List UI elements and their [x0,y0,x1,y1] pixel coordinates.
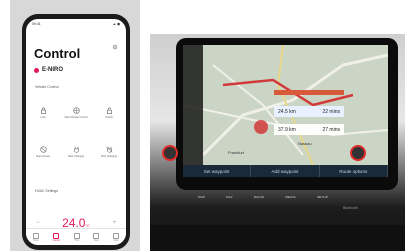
stop-climate-label: Stop Climate [35,155,51,158]
media-hard-key[interactable]: MEDIA [285,195,296,199]
current-position-marker [254,120,268,134]
page-title: Control [34,46,81,61]
tab-home-label: Home [32,239,39,242]
unlock-icon [106,107,112,114]
hard-key-row: MAP NAV RADIO MEDIA SETUP [198,195,328,199]
start-charging-label: Start Charging [67,155,85,158]
map-icon [93,232,100,239]
vehicle-status-dot [34,67,39,73]
volume-knob[interactable] [162,145,178,161]
map-softkey-bar: Set waypoint Add waypoint Route options [183,165,388,177]
map-label-city: Frankfurt [228,150,245,155]
unlock-button[interactable]: Unlock [96,107,122,119]
stop-charging-button[interactable]: Stop Charging [96,146,122,158]
fan-off-icon [39,146,47,153]
section-hvac: HVAC Settings [35,189,59,193]
tab-more[interactable]: More [113,232,120,242]
tab-map-label: Map [94,239,99,242]
vehicle-name: E-NIRO [42,67,63,73]
stop-climate-button[interactable]: Stop Climate [30,146,56,158]
nav-hard-key[interactable]: NAV [226,195,233,199]
route-2-time: 27 mins [322,126,340,133]
radio-hard-key[interactable]: RADIO [254,195,265,199]
tab-control[interactable]: Control [52,232,61,242]
tab-home[interactable]: Home [32,232,39,242]
map-hard-key[interactable]: MAP [198,195,205,199]
route-options-panel: 24.5 km 22 mins 37.9 km 27 mins [274,96,344,138]
add-waypoint-button[interactable]: Add waypoint [251,165,320,177]
vehicle-selector[interactable]: E-NIRO [34,67,63,73]
more-icon [113,232,120,239]
route-option-2[interactable]: 37.9 km 27 mins [274,124,344,135]
tab-control-label: Control [52,239,61,242]
set-waypoint-button[interactable]: Set waypoint [183,165,252,177]
stop-charging-label: Stop Charging [101,155,117,158]
temp-decrease-button[interactable]: − [36,220,40,226]
tab-more-label: More [113,239,119,242]
route-2-distance: 37.9 km [278,126,296,133]
tab-trips-label: Trips [74,239,80,242]
route-options-button[interactable]: Route options [320,165,388,177]
section-vehicle-control: Vehicle Control [35,85,59,89]
route-option-1[interactable]: 24.5 km 22 mins [274,106,344,117]
start-climate-button[interactable]: Start Climate Control [63,107,89,119]
lock-icon [40,107,46,114]
plug-off-icon [106,146,112,153]
setup-hard-key[interactable]: SETUP [317,195,328,199]
temp-increase-button[interactable]: + [112,220,116,226]
start-climate-label: Start Climate Control [64,116,88,119]
control-icon [53,232,60,239]
trips-icon [73,232,80,239]
route-1-distance: 24.5 km [278,108,296,115]
status-icons: ▲ ◼ [112,22,120,26]
tune-knob[interactable] [350,145,366,161]
tab-map[interactable]: Map [93,232,100,242]
fan-icon [72,107,80,114]
plug-icon [73,146,79,153]
route-list-header [274,90,344,95]
unlock-label: Unlock [105,116,113,119]
settings-icon[interactable] [112,44,118,50]
lock-label: Lock [40,116,46,119]
route-1-time: 22 mins [322,108,340,115]
air-vent-area [150,225,405,251]
bluetooth-label: Bluetooth [343,206,358,210]
bottom-tab-bar: Home Control Trips Map More [26,228,126,245]
start-charging-button[interactable]: Start Charging [63,146,89,158]
map-label-town: Nassau [298,141,312,146]
home-icon [32,232,39,239]
map-side-toolbar [183,45,203,165]
lock-button[interactable]: Lock [30,107,56,119]
phone-screen: 09:41 ▲ ◼ Control E-NIRO Vehicle Control… [26,19,126,245]
status-time: 09:41 [32,22,41,26]
tab-trips[interactable]: Trips [73,232,80,242]
